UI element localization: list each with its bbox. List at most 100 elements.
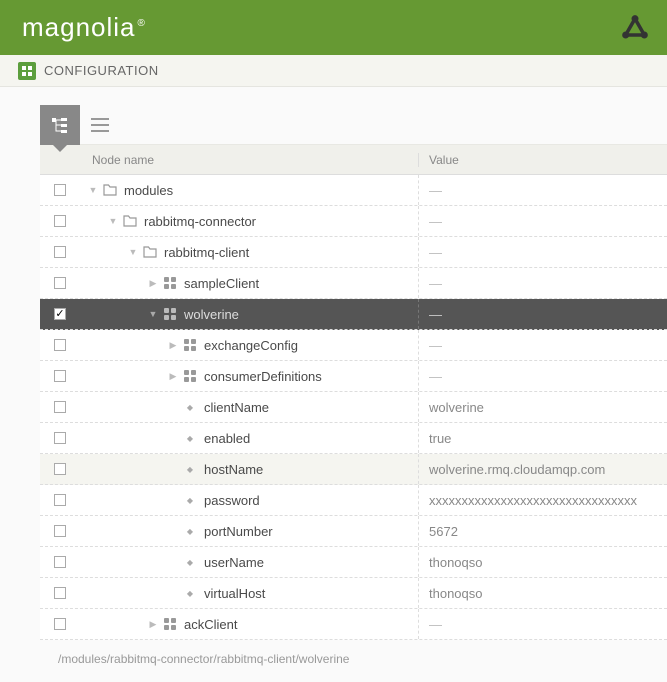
row-checkbox[interactable] [54,308,66,320]
app-header: magnolia® [0,0,667,55]
table-row[interactable]: consumerDefinitions — [40,361,667,392]
node-name-cell[interactable]: wolverine [80,299,419,329]
table-row[interactable]: userNamethonoqso [40,547,667,578]
breadcrumb-label: CONFIGURATION [44,63,159,78]
table-row[interactable]: portNumber 5672 [40,516,667,547]
arrow-spacer [168,402,178,412]
main-panel: Node name Value modules—rabbitmq-connect… [0,87,667,682]
node-name-cell[interactable]: consumerDefinitions [80,361,419,391]
table-row[interactable]: exchangeConfig— [40,330,667,361]
node-label: hostName [204,462,263,477]
row-checkbox[interactable] [54,215,66,227]
expand-arrow-icon[interactable] [168,371,178,381]
node-name-cell[interactable]: modules [80,175,419,205]
folder-icon [102,182,118,198]
apps-icon[interactable] [621,14,649,42]
logo: magnolia® [22,12,146,43]
content-node-icon [162,306,178,322]
expand-arrow-icon[interactable] [148,619,158,629]
arrow-spacer [168,433,178,443]
node-label: enabled [204,431,250,446]
table-row[interactable]: enabled true [40,423,667,454]
table-row[interactable]: clientNamewolverine [40,392,667,423]
table-row[interactable]: ackClient— [40,609,667,640]
collapse-arrow-icon[interactable] [148,309,158,319]
row-checkbox[interactable] [54,494,66,506]
table-row[interactable]: virtualHost thonoqso [40,578,667,609]
node-name-cell[interactable]: userName [80,547,419,577]
row-checkbox[interactable] [54,525,66,537]
row-checkbox[interactable] [54,618,66,630]
row-checkbox[interactable] [54,246,66,258]
collapse-arrow-icon[interactable] [128,247,138,257]
column-header-value[interactable]: Value [419,153,667,167]
row-checkbox[interactable] [54,277,66,289]
node-value: — [419,245,667,260]
node-label: clientName [204,400,269,415]
property-icon [182,585,198,601]
row-checkbox[interactable] [54,339,66,351]
property-icon [182,523,198,539]
node-label: consumerDefinitions [204,369,322,384]
arrow-spacer [168,557,178,567]
expand-arrow-icon[interactable] [148,278,158,288]
list-view-tab[interactable] [80,105,120,145]
logo-registered: ® [138,18,146,29]
row-checkbox[interactable] [54,556,66,568]
property-icon [182,492,198,508]
row-checkbox[interactable] [54,401,66,413]
collapse-arrow-icon[interactable] [88,185,98,195]
node-name-cell[interactable]: hostName [80,454,419,484]
table-header: Node name Value [40,145,667,175]
table-row[interactable]: modules— [40,175,667,206]
row-checkbox[interactable] [54,370,66,382]
node-value: 5672 [419,524,667,539]
expand-arrow-icon[interactable] [168,340,178,350]
tree-icon [51,116,69,134]
row-checkbox[interactable] [54,432,66,444]
node-name-cell[interactable]: exchangeConfig [80,330,419,360]
property-icon [182,554,198,570]
content-node-icon [182,337,198,353]
collapse-arrow-icon[interactable] [108,216,118,226]
node-name-cell[interactable]: ackClient [80,609,419,639]
table-row[interactable]: passwordxxxxxxxxxxxxxxxxxxxxxxxxxxxxxxxx [40,485,667,516]
row-checkbox[interactable] [54,587,66,599]
node-name-cell[interactable]: portNumber [80,516,419,546]
config-icon [18,62,36,80]
table-row[interactable]: rabbitmq-connector — [40,206,667,237]
node-value: — [419,307,667,322]
node-label: portNumber [204,524,273,539]
node-value: wolverine.rmq.cloudamqp.com [419,462,667,477]
table-row[interactable]: wolverine— [40,299,667,330]
folder-icon [142,244,158,260]
node-value: thonoqso [419,586,667,601]
column-header-name[interactable]: Node name [80,153,419,167]
logo-text: magnolia [22,12,136,43]
node-value: — [419,369,667,384]
node-value: — [419,214,667,229]
tree-view-tab[interactable] [40,105,80,145]
row-checkbox[interactable] [54,184,66,196]
node-name-cell[interactable]: clientName [80,392,419,422]
row-checkbox[interactable] [54,463,66,475]
node-name-cell[interactable]: rabbitmq-client [80,237,419,267]
node-value: true [419,431,667,446]
node-label: virtualHost [204,586,265,601]
table-row[interactable]: hostName wolverine.rmq.cloudamqp.com [40,454,667,485]
folder-icon [122,213,138,229]
arrow-spacer [168,495,178,505]
node-value: xxxxxxxxxxxxxxxxxxxxxxxxxxxxxxxx [419,493,667,508]
node-name-cell[interactable]: virtualHost [80,578,419,608]
list-icon [91,118,109,132]
node-name-cell[interactable]: rabbitmq-connector [80,206,419,236]
node-label: rabbitmq-connector [144,214,256,229]
table-row[interactable]: rabbitmq-client— [40,237,667,268]
content-node-icon [182,368,198,384]
node-name-cell[interactable]: enabled [80,423,419,453]
table-row[interactable]: sampleClient— [40,268,667,299]
node-name-cell[interactable]: password [80,485,419,515]
node-label: exchangeConfig [204,338,298,353]
node-name-cell[interactable]: sampleClient [80,268,419,298]
node-label: sampleClient [184,276,259,291]
